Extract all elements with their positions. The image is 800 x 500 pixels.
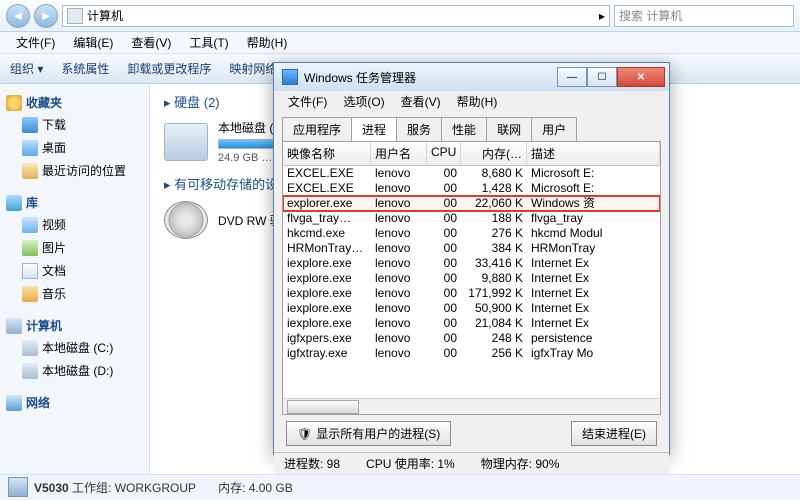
col-memory[interactable]: 内存(… [461, 142, 527, 165]
drive-icon [22, 363, 38, 379]
process-row[interactable]: iexplore.exelenovo00171,992 KInternet Ex [283, 286, 660, 301]
computer-head: 计算机 [4, 313, 145, 336]
menu-tools[interactable]: 工具(T) [181, 32, 236, 53]
sidebar-item-video[interactable]: 视频 [4, 213, 145, 236]
end-process-button[interactable]: 结束进程(E) [571, 421, 657, 446]
tm-menu-help[interactable]: 帮助(H) [451, 93, 504, 110]
status-name: V5030 工作组: WORKGROUP [34, 479, 196, 496]
sidebar-item-pictures[interactable]: 图片 [4, 236, 145, 259]
process-row[interactable]: hkcmd.exelenovo00276 Khkcmd Modul [283, 226, 660, 241]
menu-view[interactable]: 查看(V) [123, 32, 179, 53]
recent-icon [22, 163, 38, 179]
process-list[interactable]: 映像名称 用户名 CPU 内存(… 描述 EXCEL.EXElenovo008,… [283, 142, 660, 398]
sidebar-item-recent[interactable]: 最近访问的位置 [4, 159, 145, 182]
col-description[interactable]: 描述 [527, 142, 660, 165]
network-head: 网络 [4, 390, 145, 413]
process-row[interactable]: iexplore.exelenovo0021,084 KInternet Ex [283, 316, 660, 331]
taskmgr-menu: 文件(F) 选项(O) 查看(V) 帮助(H) [274, 91, 669, 111]
process-row[interactable]: EXCEL.EXElenovo001,428 KMicrosoft E: [283, 181, 660, 196]
status-cpu: CPU 使用率: 1% [366, 455, 455, 472]
col-user[interactable]: 用户名 [371, 142, 427, 165]
nav-bar: ◄ ► 计算机 ▸ 搜索 计算机 [0, 0, 800, 32]
tb-uninstall[interactable]: 卸载或更改程序 [127, 60, 211, 77]
tab-networking[interactable]: 联网 [486, 117, 532, 141]
sidebar-item-desktop[interactable]: 桌面 [4, 136, 145, 159]
process-row[interactable]: HRMonTray…lenovo00384 KHRMonTray [283, 241, 660, 256]
menu-file[interactable]: 文件(F) [8, 32, 63, 53]
dropdown-icon[interactable]: ▸ [599, 9, 605, 23]
network-icon [6, 395, 22, 411]
sidebar-item-drive-d[interactable]: 本地磁盘 (D:) [4, 359, 145, 382]
favorites-head: 收藏夹 [4, 90, 145, 113]
tm-menu-file[interactable]: 文件(F) [282, 93, 333, 110]
menu-bar: 文件(F) 编辑(E) 查看(V) 工具(T) 帮助(H) [0, 32, 800, 54]
drive-icon [22, 340, 38, 356]
explorer-details-pane: V5030 工作组: WORKGROUP 内存: 4.00 GB [0, 474, 800, 500]
process-row[interactable]: iexplore.exelenovo009,880 KInternet Ex [283, 271, 660, 286]
menu-edit[interactable]: 编辑(E) [65, 32, 121, 53]
document-icon [22, 263, 38, 279]
picture-icon [22, 240, 38, 256]
tab-performance[interactable]: 性能 [441, 117, 487, 141]
process-row[interactable]: igfxtray.exelenovo00256 KigfxTray Mo [283, 346, 660, 361]
tab-users[interactable]: 用户 [531, 117, 577, 141]
tb-sysprops[interactable]: 系统属性 [61, 60, 109, 77]
download-icon [22, 117, 38, 133]
computer-icon [8, 477, 28, 497]
back-button[interactable]: ◄ [6, 4, 30, 28]
search-placeholder: 搜索 计算机 [619, 7, 682, 24]
taskmgr-titlebar[interactable]: Windows 任务管理器 — ☐ ✕ [274, 63, 669, 91]
tab-processes[interactable]: 进程 [351, 117, 397, 141]
horizontal-scrollbar[interactable] [283, 398, 660, 414]
minimize-button[interactable]: — [557, 67, 587, 87]
desktop-icon [22, 140, 38, 156]
maximize-button[interactable]: ☐ [587, 67, 617, 87]
video-icon [22, 217, 38, 233]
status-mem: 物理内存: 90% [481, 455, 560, 472]
computer-icon [6, 318, 22, 334]
taskmgr-window: Windows 任务管理器 — ☐ ✕ 文件(F) 选项(O) 查看(V) 帮助… [273, 62, 670, 455]
tab-apps[interactable]: 应用程序 [282, 117, 352, 141]
taskmgr-tabs: 应用程序 进程 服务 性能 联网 用户 [274, 111, 669, 141]
tb-organize[interactable]: 组织 ▾ [10, 60, 43, 77]
process-row[interactable]: iexplore.exelenovo0033,416 KInternet Ex [283, 256, 660, 271]
address-text: 计算机 [87, 7, 123, 24]
close-button[interactable]: ✕ [617, 67, 665, 87]
tm-menu-options[interactable]: 选项(O) [337, 93, 390, 110]
search-input[interactable]: 搜索 计算机 [614, 5, 794, 27]
sidebar-item-drive-c[interactable]: 本地磁盘 (C:) [4, 336, 145, 359]
col-cpu[interactable]: CPU [427, 142, 461, 165]
libraries-head: 库 [4, 190, 145, 213]
library-icon [6, 195, 22, 211]
sidebar-item-music[interactable]: 音乐 [4, 282, 145, 305]
process-row[interactable]: flvga_tray…lenovo00188 Kflvga_tray [283, 211, 660, 226]
process-row[interactable]: igfxpers.exelenovo00248 Kpersistence [283, 331, 660, 346]
hdd-icon [164, 123, 208, 161]
taskmgr-icon [282, 69, 298, 85]
dvd-icon [164, 201, 208, 239]
show-all-users-button[interactable]: 🛡 显示所有用户的进程(S) [286, 421, 451, 446]
col-imagename[interactable]: 映像名称 [283, 142, 371, 165]
sidebar-item-downloads[interactable]: 下载 [4, 113, 145, 136]
menu-help[interactable]: 帮助(H) [239, 32, 296, 53]
computer-icon [67, 8, 83, 24]
music-icon [22, 286, 38, 302]
address-bar[interactable]: 计算机 ▸ [62, 5, 610, 27]
process-row[interactable]: EXCEL.EXElenovo008,680 KMicrosoft E: [283, 166, 660, 181]
tab-services[interactable]: 服务 [396, 117, 442, 141]
tm-menu-view[interactable]: 查看(V) [395, 93, 447, 110]
process-header-row: 映像名称 用户名 CPU 内存(… 描述 [283, 142, 660, 166]
status-memory: 内存: 4.00 GB [218, 479, 293, 496]
process-row[interactable]: explorer.exelenovo0022,060 KWindows 资 [283, 196, 660, 211]
sidebar: 收藏夹 下载 桌面 最近访问的位置 库 视频 图片 文档 音乐 计算机 本地磁盘… [0, 84, 150, 474]
process-row[interactable]: iexplore.exelenovo0050,900 KInternet Ex [283, 301, 660, 316]
sidebar-item-documents[interactable]: 文档 [4, 259, 145, 282]
taskmgr-title: Windows 任务管理器 [304, 69, 557, 86]
star-icon [6, 95, 22, 111]
forward-button[interactable]: ► [34, 4, 58, 28]
status-procs: 进程数: 98 [284, 455, 340, 472]
process-panel: 映像名称 用户名 CPU 内存(… 描述 EXCEL.EXElenovo008,… [282, 141, 661, 415]
taskmgr-statusbar: 进程数: 98 CPU 使用率: 1% 物理内存: 90% [274, 452, 669, 474]
